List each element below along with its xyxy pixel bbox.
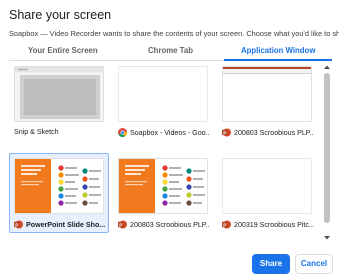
window-item-powerpoint-200319[interactable]: P 200319 Scroobious Pitc... — [217, 153, 317, 233]
powerpoint-icon: P — [222, 220, 231, 229]
window-thumbnail — [14, 66, 104, 122]
window-item-label: P PowerPoint Slide Sho... — [14, 220, 106, 229]
source-tabs: Your Entire Screen Chrome Tab Applicatio… — [9, 42, 332, 61]
window-item-label: Soapbox - Videos - Goo... — [118, 128, 210, 137]
share-screen-dialog: Share your screen Soapbox — Video Record… — [0, 0, 340, 280]
window-item-label: Snip & Sketch — [14, 128, 59, 136]
dialog-title: Share your screen — [9, 8, 112, 22]
window-item-powerpoint-200803-b[interactable]: P 200803 Scroobious PLP... — [113, 153, 213, 233]
window-item-label: P 200319 Scroobious Pitc... — [222, 220, 314, 229]
cancel-button[interactable]: Cancel — [295, 254, 333, 274]
powerpoint-icon: P — [14, 220, 23, 229]
scroll-up-arrow-icon[interactable] — [323, 63, 331, 71]
window-item-chrome-soapbox[interactable]: Soapbox - Videos - Goo... — [113, 61, 213, 141]
svg-text:P: P — [223, 222, 226, 227]
window-item-label: P 200803 Scroobious PLP... — [222, 128, 314, 137]
window-thumbnail — [118, 66, 208, 122]
window-list: Snip & Sketch Soapbox - Videos - Goo... — [9, 61, 322, 244]
svg-text:P: P — [15, 222, 18, 227]
window-thumbnail — [14, 158, 104, 214]
tab-entire-screen[interactable]: Your Entire Screen — [9, 42, 117, 60]
window-item-slide-show[interactable]: P PowerPoint Slide Sho... — [9, 153, 109, 233]
window-thumbnail — [118, 158, 208, 214]
window-item-snip-sketch[interactable]: Snip & Sketch — [9, 61, 109, 141]
tab-chrome-tab[interactable]: Chrome Tab — [117, 42, 225, 60]
scrollbar-thumb[interactable] — [324, 73, 330, 223]
dialog-subtitle: Soapbox — Video Recorder wants to share … — [9, 29, 339, 38]
window-item-powerpoint-200803-a[interactable]: P 200803 Scroobious PLP... — [217, 61, 317, 141]
window-list-scrollbar[interactable] — [322, 61, 332, 244]
scroll-down-arrow-icon[interactable] — [323, 234, 331, 242]
svg-text:P: P — [223, 130, 226, 135]
window-thumbnail — [222, 158, 312, 214]
chrome-icon — [118, 128, 127, 137]
window-thumbnail — [222, 66, 312, 122]
powerpoint-icon: P — [222, 128, 231, 137]
svg-text:P: P — [119, 222, 122, 227]
tab-application-window[interactable]: Application Window — [224, 42, 332, 61]
powerpoint-icon: P — [118, 220, 127, 229]
window-item-label: P 200803 Scroobious PLP... — [118, 220, 210, 229]
share-button[interactable]: Share — [252, 254, 290, 274]
